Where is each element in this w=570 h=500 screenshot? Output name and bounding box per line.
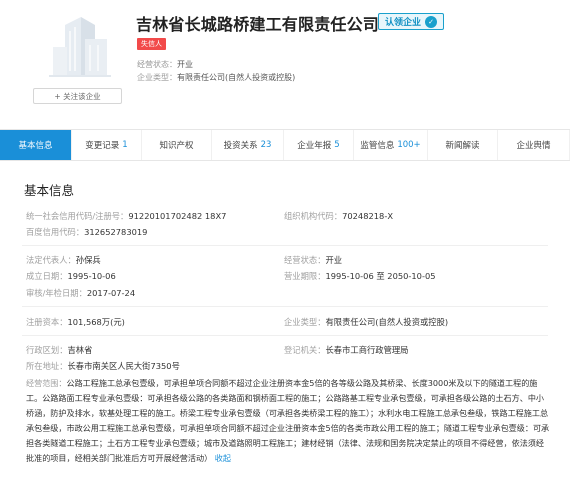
- authority-value: 长春市工商行政管理局: [325, 345, 409, 355]
- header-status-row: 经营状态：开业: [137, 59, 193, 70]
- op-status-key: 经营状态：: [284, 255, 326, 265]
- collapse-link[interactable]: 收起: [215, 453, 231, 463]
- authority-row: 登记机关：长春市工商行政管理局: [284, 344, 408, 356]
- tab-count: 1: [122, 140, 128, 150]
- divider: [22, 306, 548, 307]
- region-row: 行政区划：吉林省: [26, 344, 92, 356]
- tab-label: 变更记录: [85, 141, 120, 151]
- follow-company-button[interactable]: + 关注该企业: [33, 88, 122, 104]
- tab-count: 100+: [397, 140, 421, 150]
- legal-rep-key: 法定代表人：: [26, 255, 76, 265]
- legal-rep-value: 孙保兵: [75, 255, 101, 265]
- tab-label: 新闻解读: [445, 141, 480, 151]
- baidu-code-row: 百度信用代码：312652783019: [26, 226, 147, 238]
- org-code-value: 70248218-X: [342, 211, 394, 221]
- region-key: 行政区划：: [26, 345, 68, 355]
- company-header: + 关注该企业 吉林省长城路桥建工有限责任公司 认领企业 ✓ 失信人 经营状态：…: [0, 0, 570, 125]
- company-name: 吉林省长城路桥建工有限责任公司: [136, 15, 380, 34]
- tab-bar: 基本信息 变更记录 1 知识产权 投资关系 23 企业年报 5 监管信息 100+ 新闻…: [0, 129, 570, 161]
- term-value: 1995-10-06 至 2050-10-05: [325, 271, 436, 281]
- tab-investment[interactable]: 投资关系 23: [212, 130, 284, 160]
- scope-key: 经营范围：: [26, 378, 67, 388]
- term-row: 营业期限：1995-10-06 至 2050-10-05: [284, 270, 436, 282]
- tab-label: 企业舆情: [516, 141, 551, 151]
- building-icon: [49, 17, 111, 77]
- op-status-value: 开业: [325, 255, 343, 265]
- tab-public-opinion[interactable]: 企业舆情: [498, 130, 570, 160]
- approved-key: 审核/年检日期：: [26, 288, 87, 298]
- authority-key: 登记机关：: [284, 345, 326, 355]
- header-type-row: 企业类型：有限责任公司(自然人投资或控股): [137, 72, 295, 83]
- credit-code-key: 统一社会信用代码/注册号：: [26, 211, 129, 221]
- tab-news[interactable]: 新闻解读: [428, 130, 498, 160]
- capital-key: 注册资本：: [26, 317, 68, 327]
- baidu-code-value: 312652783019: [84, 227, 148, 237]
- founded-row: 成立日期：1995-10-06: [26, 270, 116, 282]
- approved-value: 2017-07-24: [86, 288, 136, 298]
- tab-count: 23: [260, 140, 272, 150]
- section-title: 基本信息: [24, 183, 75, 198]
- term-key: 营业期限：: [284, 271, 326, 281]
- region-value: 吉林省: [67, 345, 93, 355]
- tab-label: 基本信息: [18, 141, 53, 151]
- ent-type-key: 企业类型：: [284, 317, 326, 327]
- tab-label: 监管信息: [360, 141, 395, 151]
- op-status-row: 经营状态：开业: [284, 254, 342, 266]
- org-code-key: 组织机构代码：: [284, 211, 343, 221]
- legal-rep-row: 法定代表人：孙保兵: [26, 254, 101, 266]
- address-row: 所在地址：长春市南关区人民大街7350号: [26, 360, 180, 372]
- dishonest-tag[interactable]: 失信人: [137, 38, 166, 50]
- approved-row: 审核/年检日期：2017-07-24: [26, 287, 135, 299]
- capital-row: 注册资本：101,568万(元): [26, 316, 125, 328]
- business-scope: 经营范围：公路工程施工总承包壹级，可承担单项合同额不超过企业注册资本金5倍的各等…: [26, 376, 550, 466]
- tab-count: 5: [334, 140, 340, 150]
- baidu-code-key: 百度信用代码：: [26, 227, 85, 237]
- tab-label: 企业年报: [297, 141, 332, 151]
- header-status-key: 经营状态：: [137, 60, 177, 69]
- credit-code-row: 统一社会信用代码/注册号：91220101702482 18X7: [26, 210, 226, 222]
- tab-intellectual-property[interactable]: 知识产权: [142, 130, 212, 160]
- tab-label: 投资关系: [223, 141, 258, 151]
- tab-annual-report[interactable]: 企业年报 5: [284, 130, 354, 160]
- ent-type-value: 有限责任公司(自然人投资或控股): [325, 317, 449, 327]
- header-type-value: 有限责任公司(自然人投资或控股): [177, 73, 296, 82]
- tab-regulatory-info[interactable]: 监管信息 100+: [354, 130, 428, 160]
- header-type-key: 企业类型：: [137, 73, 177, 82]
- founded-value: 1995-10-06: [67, 271, 116, 281]
- founded-key: 成立日期：: [26, 271, 68, 281]
- org-code-row: 组织机构代码：70248218-X: [284, 210, 393, 222]
- header-status-value: 开业: [177, 60, 193, 69]
- certified-label: 认领企业: [385, 18, 422, 28]
- company-logo: [34, 11, 124, 83]
- ent-type-row: 企业类型：有限责任公司(自然人投资或控股): [284, 316, 448, 328]
- tab-basic-info[interactable]: 基本信息: [0, 130, 72, 160]
- scope-value: 公路工程施工总承包壹级，可承担单项合同额不超过企业注册资本金5倍的各等级公路及其…: [26, 378, 550, 463]
- credit-code-value: 91220101702482 18X7: [128, 211, 227, 221]
- address-key: 所在地址：: [26, 361, 68, 371]
- capital-value: 101,568万(元): [67, 317, 125, 327]
- divider: [22, 245, 548, 246]
- tab-label: 知识产权: [159, 141, 194, 151]
- tab-change-records[interactable]: 变更记录 1: [72, 130, 142, 160]
- divider: [22, 335, 548, 336]
- verified-icon: ✓: [425, 15, 438, 28]
- certified-badge[interactable]: 认领企业 ✓: [378, 13, 445, 30]
- address-value: 长春市南关区人民大街7350号: [67, 361, 180, 371]
